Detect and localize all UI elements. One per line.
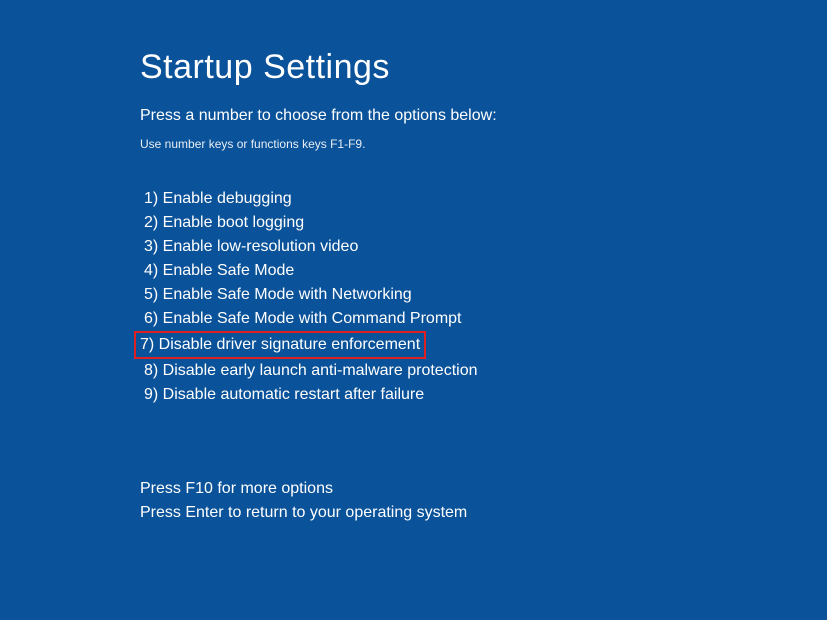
option-2[interactable]: 2) Enable boot logging <box>140 211 308 235</box>
option-1[interactable]: 1) Enable debugging <box>140 187 296 211</box>
option-4[interactable]: 4) Enable Safe Mode <box>140 259 298 283</box>
option-6[interactable]: 6) Enable Safe Mode with Command Prompt <box>140 307 465 331</box>
option-5[interactable]: 5) Enable Safe Mode with Networking <box>140 283 416 307</box>
footer-more-options: Press F10 for more options <box>140 477 827 501</box>
hint-text: Use number keys or functions keys F1-F9. <box>140 137 827 151</box>
startup-settings-screen: Startup Settings Press a number to choos… <box>0 0 827 525</box>
options-list: 1) Enable debugging2) Enable boot loggin… <box>140 187 827 407</box>
footer-return: Press Enter to return to your operating … <box>140 501 827 525</box>
option-3[interactable]: 3) Enable low-resolution video <box>140 235 362 259</box>
instruction-text: Press a number to choose from the option… <box>140 107 827 125</box>
option-8[interactable]: 8) Disable early launch anti-malware pro… <box>140 359 482 383</box>
option-7[interactable]: 7) Disable driver signature enforcement <box>134 331 426 359</box>
page-title: Startup Settings <box>140 48 827 87</box>
option-9[interactable]: 9) Disable automatic restart after failu… <box>140 383 428 407</box>
